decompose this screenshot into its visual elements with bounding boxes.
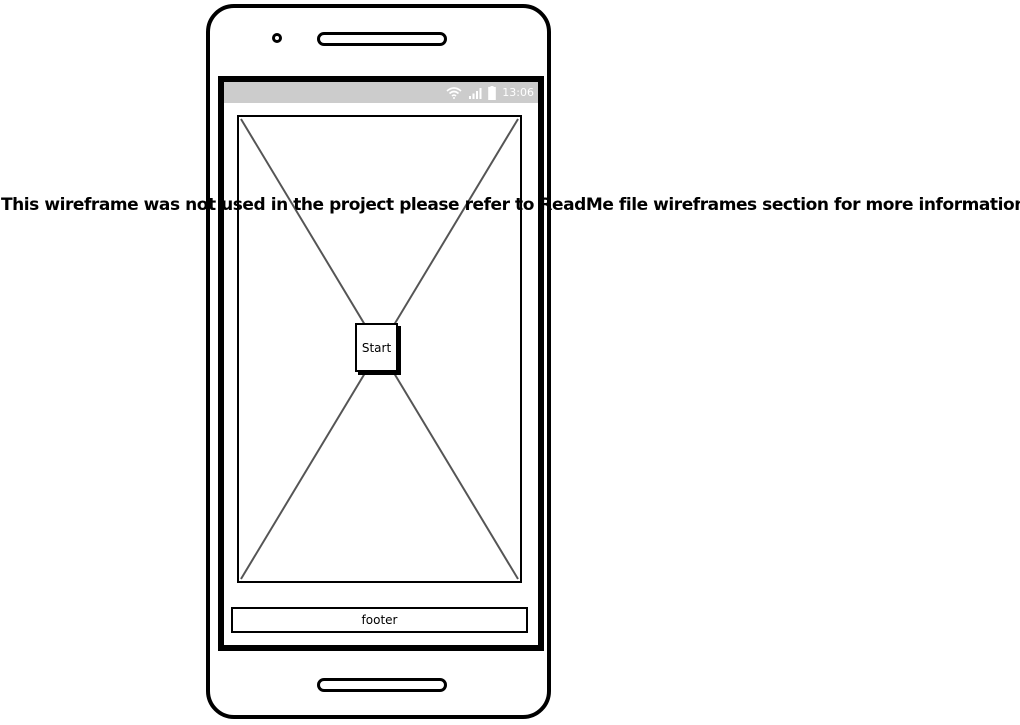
signal-icon xyxy=(468,87,482,99)
wireframe-note: This wireframe was not used in the proje… xyxy=(1,195,1020,215)
status-time: 13:06 xyxy=(502,86,534,99)
footer: footer xyxy=(231,607,528,633)
speaker-slot xyxy=(317,32,447,46)
status-bar: 13:06 xyxy=(224,82,538,103)
start-button[interactable]: Start xyxy=(355,323,398,372)
wifi-icon xyxy=(446,86,462,99)
battery-icon xyxy=(488,85,497,100)
camera-icon xyxy=(272,33,282,43)
home-bar xyxy=(317,678,447,692)
